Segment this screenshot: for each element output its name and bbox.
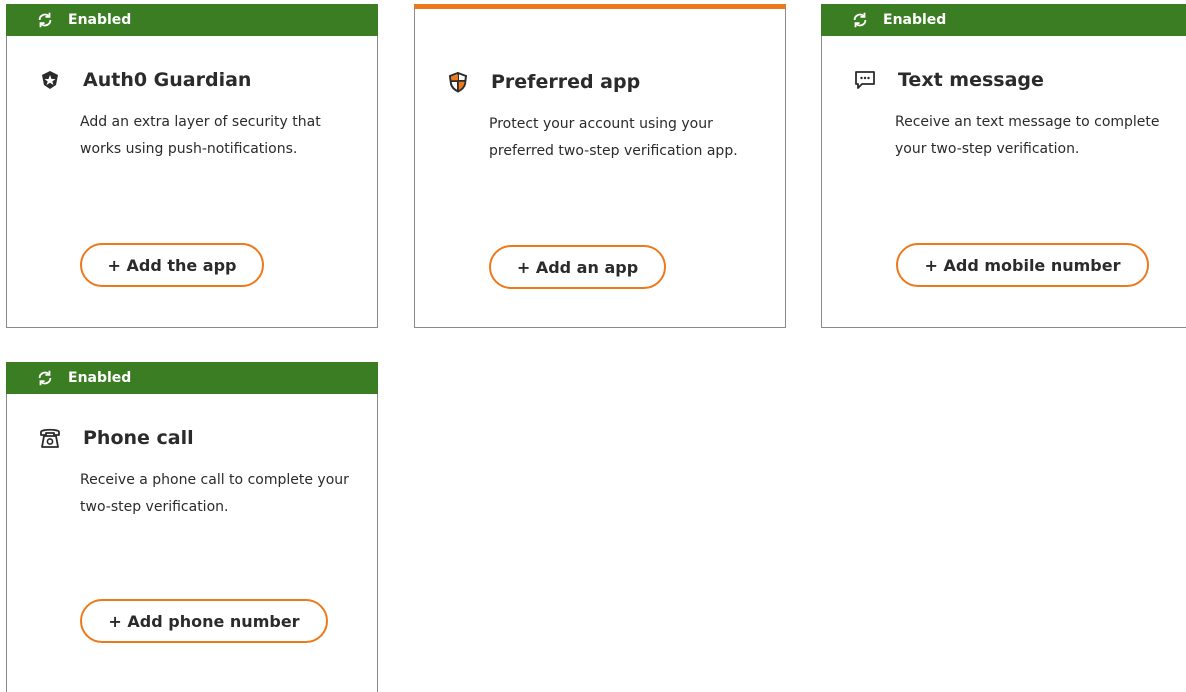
sync-icon [853, 12, 867, 28]
method-title-row: Auth0 Guardian [39, 69, 251, 91]
method-title: Auth0 Guardian [83, 69, 252, 91]
shield-badge-icon [39, 69, 61, 91]
status-label: Enabled [883, 12, 947, 28]
status-badge-enabled: Enabled [6, 4, 378, 36]
method-card-preferred-app: Preferred app Protect your account using… [414, 4, 786, 328]
method-card-auth0-guardian: Enabled Auth0 Guardian Add an extra laye… [6, 4, 378, 328]
method-description: Protect your account using your preferre… [489, 116, 738, 159]
add-the-app-button[interactable]: + Add the app [80, 243, 264, 287]
method-card-text-message: Enabled Text message Receive an text mes… [821, 4, 1186, 328]
method-title-row: Phone call [39, 427, 194, 449]
chat-bubble-icon [854, 69, 876, 91]
method-title: Preferred app [491, 71, 641, 93]
status-label: Enabled [68, 12, 132, 28]
status-badge-enabled: Enabled [6, 362, 378, 394]
method-title-row: Text message [854, 69, 1044, 91]
method-card-phone-call: Enabled Phone call Receive a phone call … [6, 362, 378, 692]
method-title-row: Preferred app [447, 71, 640, 93]
method-title: Text message [898, 69, 1044, 91]
method-description: Add an extra layer of security that work… [80, 114, 321, 157]
shield-cross-icon [447, 71, 469, 93]
sync-icon [38, 12, 52, 28]
method-description: Receive a phone call to complete your tw… [80, 472, 349, 515]
status-label: Enabled [68, 370, 132, 386]
method-description: Receive an text message to complete your… [895, 114, 1160, 157]
add-mobile-number-button[interactable]: + Add mobile number [896, 243, 1149, 287]
method-title: Phone call [83, 427, 194, 449]
telephone-icon [39, 427, 61, 449]
add-an-app-button[interactable]: + Add an app [489, 245, 666, 289]
status-badge-enabled: Enabled [821, 4, 1186, 36]
sync-icon [38, 370, 52, 386]
add-phone-number-button[interactable]: + Add phone number [80, 599, 328, 643]
